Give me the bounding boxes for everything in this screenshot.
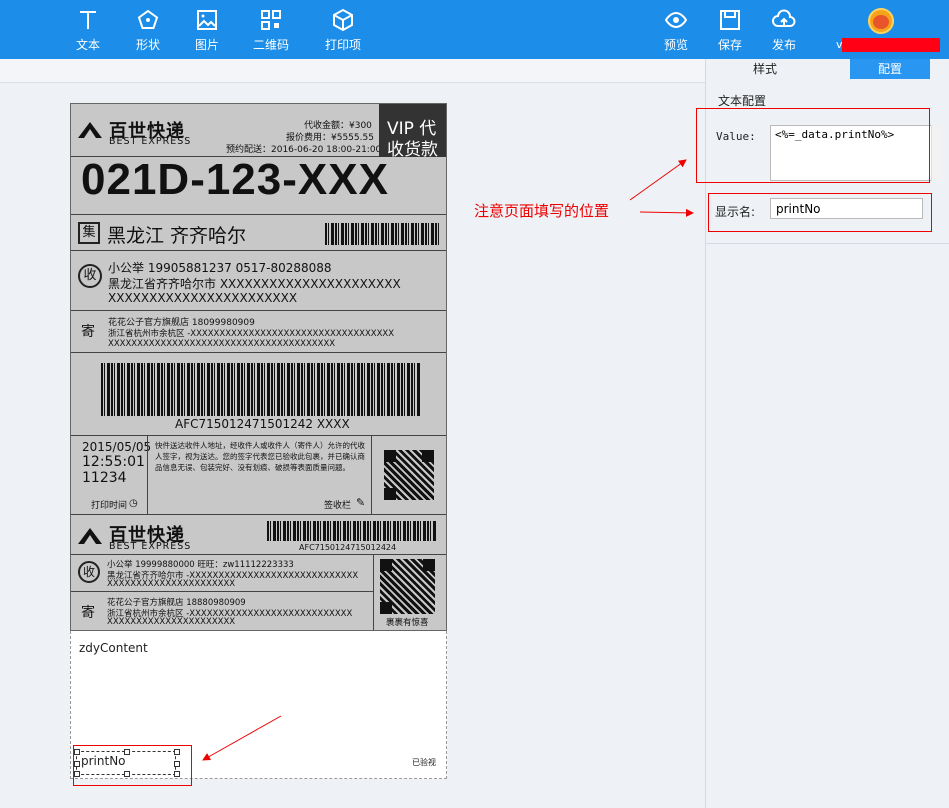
panel-tabs: 样式 配置 — [705, 59, 949, 81]
image-icon — [182, 8, 232, 36]
stub-receiver-row: 收 小公举 19999880000 旺旺：zw11112223333 黑龙江省齐… — [71, 555, 373, 592]
shipping-label[interactable]: 百世快递 BEST EXPRESS 代收金额：¥300 报价费用：¥5555.5… — [70, 103, 447, 631]
terms-text: 快件送达收件人地址，经收件人或收件人（寄件人）允许的代收人签字，视为送达。您的签… — [155, 441, 365, 472]
clock-icon: ◷ — [129, 498, 138, 509]
sort-code-row: 021D-123-XXX — [71, 155, 446, 215]
text-tool-button[interactable]: 文本 — [63, 8, 113, 53]
tab-config[interactable]: 配置 — [850, 59, 930, 79]
send2-line3: XXXXXXXXXXXXXXXXXXXXXX — [107, 617, 236, 627]
brand-en-2: BEST EXPRESS — [109, 541, 192, 552]
qr-divider — [371, 436, 372, 515]
zdy-content-text[interactable]: zdyContent — [79, 641, 148, 655]
image-tool-button[interactable]: 图片 — [182, 8, 232, 53]
value-scrollbar[interactable] — [931, 125, 941, 181]
save-button[interactable]: 保存 — [705, 8, 755, 53]
upload-cloud-icon — [759, 8, 809, 36]
publish-button[interactable]: 发布 — [759, 8, 809, 53]
dest-barcode — [325, 223, 439, 245]
arrow-to-name — [639, 208, 694, 217]
receiver-row: 收 小公举 19905881237 0517-80288088 黑龙江省齐齐哈尔… — [71, 251, 446, 311]
stub-header-row: 百世快递 BEST EXPRESS AFC7150124715012424 — [71, 515, 446, 555]
print-date: 2015/05/05 — [82, 440, 152, 454]
stub-send-tag: 寄 — [81, 605, 95, 621]
recv2-line3: XXXXXXXXXXXXXXXXXXXXXX — [107, 579, 236, 589]
redacted-username — [842, 38, 940, 52]
signed-text: 已验视 — [412, 758, 436, 767]
info-row: 2015/05/05 12:55:01 11234 打印时间 ◷ 快件送达收件人… — [71, 436, 446, 515]
printno-highlight-box — [73, 745, 192, 786]
appointment: 预约配送：2016-06-20 18:00-21:00 — [226, 145, 382, 155]
dest-tag: 集 — [78, 222, 100, 244]
sender-row: 寄 花花公子官方旗舰店 18099980909 浙江省杭州市余杭区 -XXXXX… — [71, 311, 446, 353]
brand-en: BEST EXPRESS — [109, 136, 192, 147]
stub-sender-row: 寄 花花公子官方旗舰店 18880980909 浙江省杭州市余杭区 -XXXXX… — [71, 592, 373, 630]
text-tool-label: 文本 — [75, 38, 100, 52]
pen-icon: ✎ — [356, 496, 366, 509]
print-item-icon — [318, 8, 368, 36]
recv-tag: 收 — [78, 264, 102, 288]
save-icon — [705, 8, 755, 36]
send-line2: 浙江省杭州市余杭区 -XXXXXXXXXXXXXXXXXXXXXXXXXXXXX… — [108, 329, 395, 339]
image-tool-label: 图片 — [194, 38, 219, 52]
print-num: 11234 — [82, 470, 127, 486]
vip-cod-badge: VIP 代 收货款 — [379, 104, 446, 160]
recv-line2: 黑龙江省齐齐哈尔市 XXXXXXXXXXXXXXXXXXXXXX — [108, 277, 401, 291]
recv-line3: XXXXXXXXXXXXXXXXXXXXXXX — [108, 291, 298, 305]
canvas-subbar — [0, 59, 705, 83]
label-header-row: 百世快递 BEST EXPRESS 代收金额：¥300 报价费用：¥5555.5… — [71, 104, 446, 160]
eye-icon — [651, 8, 701, 36]
arrow-to-value — [629, 159, 687, 201]
shape-tool-label: 形状 — [135, 38, 160, 52]
preview-button[interactable]: 预览 — [651, 8, 701, 53]
stub-tracking: AFC7150124715012424 — [299, 543, 397, 552]
panel-divider — [705, 243, 949, 244]
print-item-tool-label: 打印项 — [324, 38, 361, 52]
name-highlight-box — [708, 193, 932, 232]
publish-label: 发布 — [771, 38, 796, 52]
save-label: 保存 — [717, 38, 742, 52]
sort-code: 021D-123-XXX — [81, 155, 389, 204]
text-icon — [63, 8, 113, 36]
tracking-barcode — [101, 363, 421, 416]
stub-barcode — [267, 521, 437, 541]
print-time-label: 打印时间 — [91, 501, 128, 511]
shape-tool-button[interactable]: 形状 — [123, 8, 173, 53]
qr-code-bottom — [380, 559, 435, 614]
recv-line1: 小公举 19905881237 0517-80288088 — [108, 261, 332, 275]
best-logo-small-icon — [78, 528, 102, 544]
send-line3: XXXXXXXXXXXXXXXXXXXXXXXXXXXXXXXXXXXXXXX — [108, 339, 336, 349]
qr-code-top — [384, 450, 434, 500]
top-toolbar: 文本 形状 图片 二维码 打印项 预览 保存 发布 v — [0, 0, 949, 59]
send-tag: 寄 — [81, 324, 95, 340]
tab-style[interactable]: 样式 — [725, 59, 805, 79]
user-avatar[interactable] — [868, 8, 894, 34]
value-highlight-box — [696, 108, 930, 183]
tracking-barcode-row: AFC715012471501242 XXXX — [71, 353, 446, 436]
stub-qr-divider — [373, 555, 374, 630]
info-divider — [147, 436, 148, 515]
tracking-number: AFC715012471501242 XXXX — [175, 417, 350, 431]
print-clock: 12:55:01 — [82, 454, 145, 470]
best-logo-icon — [78, 122, 102, 138]
qrcode-tool-label: 二维码 — [252, 38, 289, 52]
destination-row: 集 黑龙江 齐齐哈尔 — [71, 215, 446, 251]
stub-recv-tag: 收 — [78, 561, 100, 583]
print-item-tool-button[interactable]: 打印项 — [318, 8, 368, 53]
destination: 黑龙江 齐齐哈尔 — [107, 225, 247, 247]
annotation-text: 注意页面填写的位置 — [474, 202, 610, 220]
qrcode-icon — [246, 8, 296, 36]
shape-icon — [123, 8, 173, 36]
qrcode-tool-button[interactable]: 二维码 — [246, 8, 296, 53]
gift-note: 裹裹有惊喜 — [386, 618, 429, 628]
sign-field: 签收栏 — [324, 501, 352, 511]
preview-label: 预览 — [663, 38, 688, 52]
section-title: 文本配置 — [718, 94, 767, 108]
